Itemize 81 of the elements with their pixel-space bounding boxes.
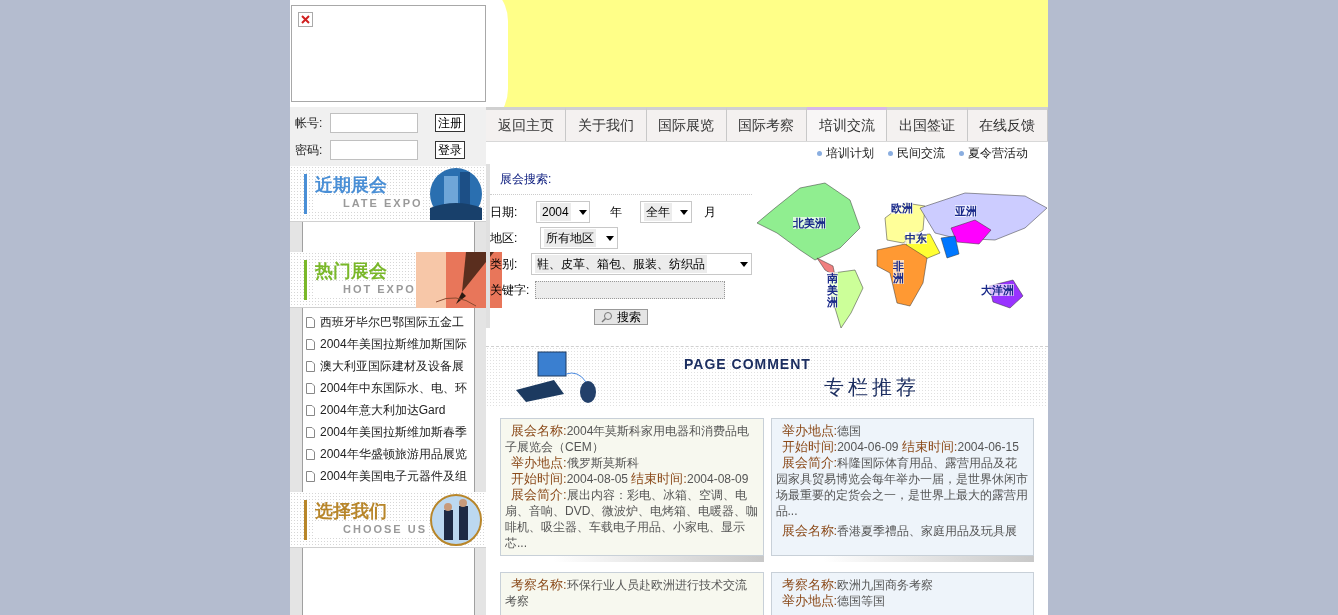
document-icon	[306, 426, 315, 438]
field-label: 密码:	[295, 142, 324, 159]
info-line: 举办地点:俄罗斯莫斯科	[510, 455, 640, 471]
bullet-icon	[817, 150, 822, 156]
expo-link[interactable]: 西班牙毕尔巴鄂国际五金工	[306, 314, 474, 330]
region-label[interactable]: 非洲	[893, 260, 904, 285]
section-subtitle: HOT EXPO	[315, 281, 416, 296]
document-icon	[306, 448, 315, 460]
document-icon	[306, 404, 315, 416]
info-line: 考察名称:环保行业人员赴欧洲进行技术交流考察	[505, 577, 748, 609]
nav-tab[interactable]: 在线反馈	[967, 107, 1048, 141]
continent-shape[interactable]	[828, 269, 864, 328]
section-subtitle: CHOOSE US	[315, 521, 427, 536]
nav-tab[interactable]: 出国签证	[887, 107, 968, 141]
section-subtitle: LATE EXPO	[315, 195, 423, 210]
dropdown[interactable]: 所有地区	[540, 227, 618, 249]
bullet-icon	[959, 150, 964, 156]
expo-link[interactable]: 2004年意大利加达Gard	[306, 402, 474, 418]
region-label[interactable]: 南美洲	[827, 272, 838, 309]
section-title: 选择我们	[315, 499, 388, 522]
region-label[interactable]: 中东	[905, 232, 927, 245]
dropdown[interactable]: 2004	[536, 201, 590, 223]
field-label: 帐号:	[295, 115, 324, 132]
expo-link[interactable]: 2004年华盛顿旅游用品展览	[306, 446, 474, 462]
document-icon	[306, 360, 315, 372]
section-title: 近期展会	[315, 173, 388, 196]
expo-link[interactable]: 2004年美国拉斯维加斯国际	[306, 336, 474, 352]
info-line: 考察名称:欧洲九国商务考察	[780, 577, 935, 593]
nav-tab[interactable]: 返回主页	[486, 107, 567, 141]
info-line: 开始时间:2004-08-05 结束时间:2004-08-09	[510, 471, 750, 487]
caret-icon	[606, 235, 614, 241]
unit-label: 年	[610, 204, 623, 221]
caret-icon	[740, 261, 748, 267]
search-icon	[601, 311, 613, 323]
bullet-icon	[888, 150, 893, 156]
caret-icon	[578, 209, 587, 215]
search-button[interactable]: 搜索	[594, 309, 648, 325]
info-line: 展会简介:展出内容：彩电、冰箱、空调、电扇、音响、DVD、微波炉、电烤箱、电暖器、咖啡机、吸尘器、车载电子用品、小家电、显示芯...	[505, 487, 759, 551]
info-line: 开始时间:2004-06-09 结束时间:2004-06-15	[780, 439, 1020, 455]
dropdown[interactable]: 鞋、皮革、箱包、服装、纺织品	[531, 253, 752, 275]
form-button[interactable]: 登录	[435, 141, 465, 159]
world-map[interactable]: 北美洲 南美洲 欧洲 亚洲 中东 非洲 大洋洲	[755, 178, 1048, 328]
expo-link[interactable]: 2004年中东国际水、电、环	[306, 380, 474, 396]
expo-link[interactable]: 2004年美国电子元器件及组	[306, 468, 474, 484]
banner-title: PAGE COMMENT	[683, 355, 812, 374]
field-label: 类别:	[490, 256, 519, 273]
info-line: 举办地点:德国	[780, 423, 863, 439]
field-label: 关键字:	[490, 282, 531, 299]
continent-shape[interactable]	[876, 243, 928, 307]
continent-shape[interactable]	[884, 202, 926, 244]
field-label: 日期:	[490, 204, 519, 221]
subnav-link[interactable]: 培训计划	[817, 144, 874, 162]
computer-icon	[514, 349, 598, 404]
keyword-field[interactable]	[535, 281, 725, 299]
caret-icon	[680, 209, 688, 215]
nav-tab[interactable]: 关于我们	[566, 107, 647, 141]
form-button[interactable]: 注册	[435, 114, 465, 132]
expo-link[interactable]: 澳大利亚国际建材及设备展	[306, 358, 474, 374]
document-icon	[306, 382, 315, 394]
unit-label: 月	[704, 204, 716, 221]
document-icon	[306, 470, 315, 482]
banner-subtitle: 专栏推荐	[823, 375, 920, 399]
search-title: 展会搜索:	[490, 170, 752, 195]
country-shape[interactable]	[950, 219, 992, 245]
info-line: 展会简介:科隆国际体育用品、露营用品及花园家具贸易博览会每年举办一届，是世界休闲市场最重要的定货会之一，是世界上最大的露营用品...	[775, 455, 1029, 519]
document-icon	[306, 338, 315, 350]
input-field[interactable]	[330, 140, 418, 160]
info-line: 展会名称:2004年莫斯科家用电器和消费品电子展览会（CEM）	[505, 423, 751, 455]
dropdown[interactable]: 全年	[640, 201, 692, 223]
expo-link[interactable]: 2004年美国拉斯维加斯春季	[306, 424, 474, 440]
subnav-link[interactable]: 民间交流	[888, 144, 945, 162]
nav-tab[interactable]: 培训交流	[807, 107, 888, 141]
info-line: 展会名称:香港夏季禮品、家庭用品及玩具展	[780, 523, 1019, 539]
subnav-link[interactable]: 夏令营活动	[959, 144, 1028, 162]
document-icon	[306, 316, 315, 328]
info-line: 举办地点:德国等国	[780, 593, 887, 609]
input-field[interactable]	[330, 113, 418, 133]
nav-tab[interactable]: 国际展览	[646, 107, 727, 141]
broken-image-icon	[298, 12, 313, 27]
section-title: 热门展会	[315, 259, 388, 282]
field-label: 地区:	[490, 230, 519, 247]
